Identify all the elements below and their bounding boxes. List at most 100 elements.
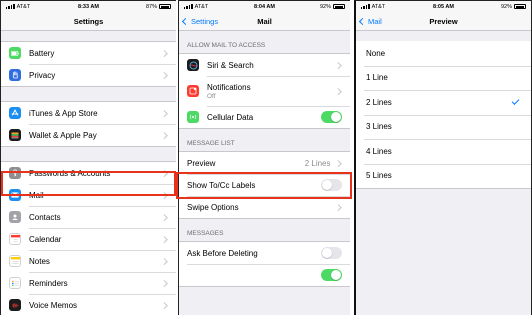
preview-option-5-lines[interactable]: 5 Lines: [356, 163, 531, 188]
settings-item-mail[interactable]: Mail: [1, 184, 176, 206]
reminders-icon: [9, 277, 21, 289]
option-label: 1 Line: [366, 73, 388, 83]
page-title: Preview: [429, 16, 458, 26]
settings-item-label: Reminders: [29, 278, 68, 288]
wallet-icon: [9, 129, 21, 141]
row-label: Swipe Options: [187, 202, 239, 212]
settings-item-passwords[interactable]: Passwords & Accounts: [1, 162, 176, 184]
preview-row[interactable]: Preview 2 Lines: [179, 152, 350, 174]
chevron-right-icon: [160, 131, 167, 139]
back-label: Settings: [191, 16, 219, 26]
chevron-right-icon: [160, 71, 167, 79]
show-tocc-row: Show To/Cc Labels: [179, 174, 350, 196]
hand-icon: [9, 69, 21, 81]
battery-icon: [9, 47, 21, 59]
row-label: Cellular Data: [207, 112, 254, 122]
nav-bar: Settings Mail: [179, 12, 350, 31]
settings-item-wallet[interactable]: Wallet & Apple Pay: [1, 124, 176, 146]
option-label: 2 Lines: [366, 97, 392, 107]
option-label: 4 Lines: [366, 146, 392, 156]
status-time: 8:05 AM: [433, 3, 454, 10]
nav-bar: Settings: [1, 12, 176, 31]
settings-item-notes[interactable]: Notes: [1, 250, 176, 272]
settings-item-calendar[interactable]: Calendar: [1, 228, 176, 250]
calendar-icon: [9, 233, 21, 245]
preview-panel: AT&T 8:05 AM 92% Mail Preview None 1 Lin…: [354, 0, 532, 315]
row-label: Preview: [187, 158, 216, 168]
settings-item-label: Battery: [29, 48, 55, 58]
option-label: 5 Lines: [366, 171, 392, 181]
contacts-icon: [9, 211, 21, 223]
status-time: 8:04 AM: [254, 3, 275, 10]
settings-item-battery[interactable]: Battery: [1, 42, 176, 64]
row-sublabel: Off: [207, 92, 216, 100]
chevron-right-icon: [160, 213, 167, 221]
battery-level-icon: [514, 4, 526, 9]
show-tocc-toggle[interactable]: [321, 179, 342, 191]
voice-memos-icon: [9, 299, 21, 311]
section-header: MESSAGE LIST: [187, 140, 235, 147]
option-label: 3 Lines: [366, 122, 392, 132]
battery-level-icon: [159, 4, 171, 9]
settings-item-contacts[interactable]: Contacts: [1, 206, 176, 228]
section-header: ALLOW MAIL TO ACCESS: [187, 42, 266, 49]
status-time: 8:33 AM: [78, 3, 99, 10]
row-label: Show To/Cc Labels: [187, 180, 256, 190]
settings-item-voice-memos[interactable]: Voice Memos: [1, 294, 176, 315]
cellular-data-row: Cellular Data: [179, 106, 350, 128]
chevron-right-icon: [334, 87, 341, 95]
cellular-data-toggle[interactable]: [321, 111, 342, 123]
settings-item-label: iTunes & App Store: [29, 108, 98, 118]
preview-option-2-lines[interactable]: 2 Lines: [356, 90, 531, 115]
chevron-right-icon: [160, 191, 167, 199]
settings-item-label: Mail: [29, 190, 44, 200]
cellular-icon: [187, 111, 199, 123]
settings-item-label: Calendar: [29, 234, 62, 244]
siri-icon: [187, 59, 199, 71]
notifications-icon: [187, 85, 199, 97]
preview-option-none[interactable]: None: [356, 41, 531, 66]
chevron-left-icon: [358, 17, 367, 25]
chevron-right-icon: [160, 109, 167, 117]
status-bar: AT&T 8:05 AM 92%: [356, 1, 531, 12]
row-label: Siri & Search: [207, 60, 254, 70]
mail-settings-panel: AT&T 8:04 AM 92% Settings Mail ALLOW MAI…: [178, 0, 350, 315]
chevron-right-icon: [160, 49, 167, 57]
ask-before-deleting-toggle[interactable]: [321, 247, 342, 259]
settings-item-itunes[interactable]: iTunes & App Store: [1, 102, 176, 124]
chevron-right-icon: [334, 203, 341, 211]
row-label: Notifications: [207, 82, 251, 92]
chevron-right-icon: [334, 61, 341, 69]
cut-off-toggle[interactable]: [321, 269, 342, 281]
siri-search-row[interactable]: Siri & Search: [179, 54, 350, 76]
status-bar: AT&T 8:04 AM 92%: [179, 1, 350, 12]
mail-icon: [9, 189, 21, 201]
battery-level-icon: [333, 4, 345, 9]
back-button[interactable]: Settings: [179, 17, 218, 26]
settings-item-label: Wallet & Apple Pay: [29, 130, 97, 140]
row-label: Ask Before Deleting: [187, 248, 258, 258]
back-button[interactable]: Mail: [356, 17, 382, 26]
settings-item-label: Passwords & Accounts: [29, 168, 111, 178]
chevron-right-icon: [160, 279, 167, 287]
chevron-right-icon: [160, 257, 167, 265]
chevron-right-icon: [160, 301, 167, 309]
notes-icon: [9, 255, 21, 267]
section-header: MESSAGES: [187, 230, 224, 237]
back-label: Mail: [368, 16, 382, 26]
settings-item-reminders[interactable]: Reminders: [1, 272, 176, 294]
key-icon: [9, 167, 21, 179]
settings-item-label: Notes: [29, 256, 50, 266]
chevron-right-icon: [160, 169, 167, 177]
settings-item-label: Privacy: [29, 70, 56, 80]
checkmark-icon: [511, 97, 520, 106]
option-label: None: [366, 48, 386, 58]
settings-item-privacy[interactable]: Privacy: [1, 64, 176, 86]
swipe-options-row[interactable]: Swipe Options: [179, 196, 350, 218]
app-store-icon: [9, 107, 21, 119]
notifications-row[interactable]: Notifications Off: [179, 76, 350, 106]
preview-option-1-line[interactable]: 1 Line: [356, 65, 531, 90]
status-bar: AT&T 8:33 AM 87%: [1, 1, 176, 12]
preview-option-3-lines[interactable]: 3 Lines: [356, 114, 531, 139]
preview-option-4-lines[interactable]: 4 Lines: [356, 139, 531, 164]
